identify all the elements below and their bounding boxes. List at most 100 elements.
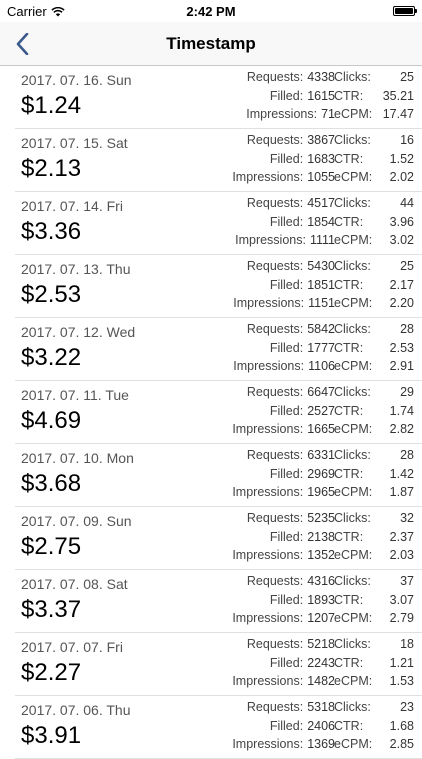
list-item[interactable]: 2017. 07. 12. Wed $3.22 Requests: 5842 F… <box>15 318 422 381</box>
requests-label: Requests: <box>246 196 304 210</box>
ctr-label: CTR: <box>334 151 364 166</box>
list-item[interactable]: 2017. 07. 10. Mon $3.68 Requests: 6331 F… <box>15 444 422 507</box>
request-metrics: Requests: 5318 Filled: 2406 Impressions:… <box>195 698 335 754</box>
filled-value: 2527 <box>307 403 335 418</box>
filled-label: Filled: <box>269 529 304 544</box>
click-metrics: Clicks: 44 CTR: 3.96 eCPM: 3.02 <box>334 194 414 250</box>
clicks-label: Clicks: <box>334 511 371 525</box>
requests-value: 5842 <box>307 322 335 336</box>
clicks-value: 18 <box>400 637 414 651</box>
list-item[interactable]: 2017. 07. 11. Tue $4.69 Requests: 6647 F… <box>15 381 422 444</box>
requests-label: Requests: <box>246 259 304 273</box>
clicks-label: Clicks: <box>334 637 371 651</box>
ctr-label: CTR: <box>334 655 364 670</box>
impressions-label: Impressions: <box>232 485 304 500</box>
list-item[interactable]: 2017. 07. 13. Thu $2.53 Requests: 5430 F… <box>15 255 422 318</box>
click-metrics: Clicks: 29 CTR: 1.74 eCPM: 2.82 <box>334 383 414 439</box>
click-metrics: Clicks: 37 CTR: 3.07 eCPM: 2.79 <box>334 572 414 628</box>
ctr-label: CTR: <box>334 340 364 355</box>
ctr-value: 3.07 <box>389 592 414 607</box>
daily-report-list[interactable]: 2017. 07. 16. Sun $1.24 Requests: 4338 F… <box>0 66 422 759</box>
requests-value: 5430 <box>307 259 335 273</box>
request-metrics: Requests: 5235 Filled: 2138 Impressions:… <box>195 509 335 565</box>
impressions-value: 1151 <box>308 296 335 311</box>
ecpm-value: 2.20 <box>389 296 414 311</box>
clicks-label: Clicks: <box>334 70 371 84</box>
filled-value: 1851 <box>307 277 335 292</box>
requests-value: 4517 <box>307 196 335 210</box>
request-metrics: Requests: 5430 Filled: 1851 Impressions:… <box>195 257 335 313</box>
ecpm-label: eCPM: <box>334 359 373 374</box>
list-item[interactable]: 2017. 07. 09. Sun $2.75 Requests: 5235 F… <box>15 507 422 570</box>
requests-label: Requests: <box>246 70 304 84</box>
impressions-value: 1369 <box>307 737 335 752</box>
ecpm-label: eCPM: <box>334 422 373 437</box>
ctr-value: 35.21 <box>382 88 414 103</box>
revenue-amount: $3.36 <box>21 218 82 245</box>
impressions-label: Impressions: <box>235 233 306 248</box>
list-item[interactable]: 2017. 07. 15. Sat $2.13 Requests: 3867 F… <box>15 129 422 192</box>
ecpm-label: eCPM: <box>334 548 373 563</box>
requests-value: 3867 <box>307 133 335 147</box>
ctr-value: 2.53 <box>389 340 414 355</box>
filled-value: 2243 <box>307 655 335 670</box>
impressions-label: Impressions: <box>232 170 304 185</box>
date-label: 2017. 07. 16. Sun <box>21 72 132 88</box>
impressions-label: Impressions: <box>232 422 304 437</box>
click-metrics: Clicks: 25 CTR: 35.21 eCPM: 17.47 <box>334 68 414 124</box>
clicks-value: 28 <box>400 448 414 462</box>
click-metrics: Clicks: 32 CTR: 2.37 eCPM: 2.03 <box>334 509 414 565</box>
clicks-value: 44 <box>400 196 414 210</box>
filled-value: 2138 <box>307 529 335 544</box>
requests-label: Requests: <box>246 511 304 525</box>
filled-value: 2969 <box>307 466 335 481</box>
impressions-value: 71 <box>321 107 335 122</box>
clicks-label: Clicks: <box>334 133 371 147</box>
requests-label: Requests: <box>246 133 304 147</box>
clicks-label: Clicks: <box>334 700 371 714</box>
impressions-label: Impressions: <box>232 674 304 689</box>
click-metrics: Clicks: 28 CTR: 2.53 eCPM: 2.91 <box>334 320 414 376</box>
ecpm-label: eCPM: <box>334 737 373 752</box>
date-label: 2017. 07. 12. Wed <box>21 324 136 340</box>
requests-label: Requests: <box>246 637 304 651</box>
click-metrics: Clicks: 25 CTR: 2.17 eCPM: 2.20 <box>334 257 414 313</box>
impressions-value: 1111 <box>309 233 335 248</box>
ctr-value: 1.21 <box>389 655 414 670</box>
ctr-label: CTR: <box>334 88 364 103</box>
revenue-amount: $2.53 <box>21 281 82 308</box>
revenue-amount: $3.68 <box>21 470 82 497</box>
impressions-value: 1207 <box>307 611 335 626</box>
clicks-value: 25 <box>400 259 414 273</box>
revenue-amount: $3.91 <box>21 722 82 749</box>
list-item[interactable]: 2017. 07. 16. Sun $1.24 Requests: 4338 F… <box>15 66 422 129</box>
ctr-label: CTR: <box>334 592 364 607</box>
ecpm-value: 2.82 <box>389 422 414 437</box>
clicks-label: Clicks: <box>334 322 371 336</box>
impressions-label: Impressions: <box>246 107 318 122</box>
ctr-label: CTR: <box>334 718 364 733</box>
ecpm-value: 2.02 <box>389 170 414 185</box>
request-metrics: Requests: 6647 Filled: 2527 Impressions:… <box>195 383 335 439</box>
list-item[interactable]: 2017. 07. 07. Fri $2.27 Requests: 5218 F… <box>15 633 422 696</box>
ecpm-label: eCPM: <box>334 107 373 122</box>
impressions-value: 1482 <box>307 674 335 689</box>
list-item[interactable]: 2017. 07. 08. Sat $3.37 Requests: 4316 F… <box>15 570 422 633</box>
ecpm-value: 1.87 <box>389 485 414 500</box>
filled-value: 2406 <box>307 718 335 733</box>
revenue-amount: $4.69 <box>21 407 82 434</box>
clicks-label: Clicks: <box>334 196 371 210</box>
filled-label: Filled: <box>269 592 304 607</box>
clicks-label: Clicks: <box>334 259 371 273</box>
date-label: 2017. 07. 13. Thu <box>21 261 131 277</box>
request-metrics: Requests: 3867 Filled: 1683 Impressions:… <box>195 131 335 187</box>
impressions-value: 1665 <box>307 422 335 437</box>
revenue-amount: $2.13 <box>21 155 82 182</box>
ecpm-label: eCPM: <box>334 674 373 689</box>
request-metrics: Requests: 6331 Filled: 2969 Impressions:… <box>195 446 335 502</box>
request-metrics: Requests: 5842 Filled: 1777 Impressions:… <box>195 320 335 376</box>
ctr-value: 1.42 <box>389 466 414 481</box>
list-item[interactable]: 2017. 07. 14. Fri $3.36 Requests: 4517 F… <box>15 192 422 255</box>
revenue-amount: $3.37 <box>21 596 82 623</box>
requests-value: 6647 <box>307 385 335 399</box>
